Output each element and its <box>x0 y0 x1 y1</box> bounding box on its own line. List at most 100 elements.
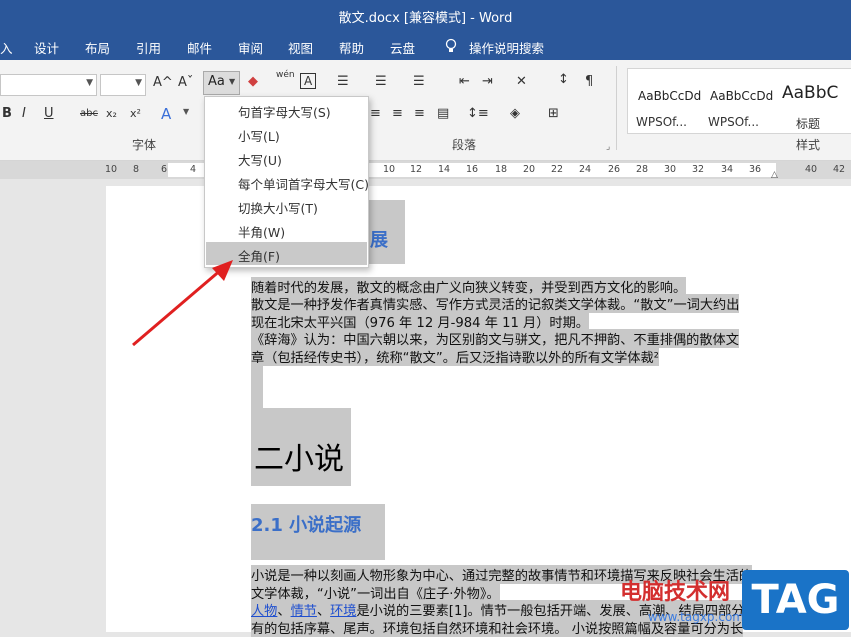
styles-group-label: 样式 <box>796 138 821 152</box>
text-effects-icon[interactable]: A <box>161 105 171 123</box>
pinyin-guide-button[interactable]: wén <box>276 70 295 80</box>
tab-view[interactable]: 视图 <box>288 38 313 57</box>
justify-icon[interactable]: ≡ <box>414 106 425 121</box>
font-size-combo[interactable]: ▼ <box>100 74 146 96</box>
char-border-button[interactable]: A <box>300 73 317 89</box>
style-item[interactable]: AaBbC 标题 <box>774 77 840 137</box>
chinese-layout-icon[interactable]: ✕ <box>516 74 527 89</box>
separator: 、 <box>316 604 331 619</box>
paragraph-group-label: 段落 <box>452 138 477 152</box>
tell-me-search[interactable]: 操作说明搜索 <box>469 38 544 57</box>
menu-item-toggle-case[interactable]: 切换大小写(T) <box>206 194 367 217</box>
ruler-number: 22 <box>551 164 564 175</box>
title-bar: 散文.docx [兼容模式] - Word <box>0 0 851 32</box>
subscript-button[interactable]: x₂ <box>106 107 117 120</box>
selection-block <box>251 366 263 408</box>
show-marks-icon[interactable]: ¶ <box>585 74 593 89</box>
tab-mailings[interactable]: 邮件 <box>187 38 212 57</box>
shrink-font-button[interactable]: Aˇ <box>178 75 193 90</box>
ruler-number: 20 <box>523 164 536 175</box>
font-name-combo[interactable]: ▼ <box>0 74 97 96</box>
watermark-logo: TAG <box>742 570 849 630</box>
line-spacing-icon[interactable]: ↕≡ <box>467 106 489 121</box>
menu-item-capitalize-each-word[interactable]: 每个单词首字母大写(C) <box>206 170 369 193</box>
menu-item-label: 切换大小写(T) <box>238 201 318 216</box>
menu-item-uppercase[interactable]: 大写(U) <box>206 146 367 169</box>
ruler-number: 6 <box>161 164 168 175</box>
ruler-number: 4 <box>190 164 197 175</box>
ribbon: ▼ ▼ A^ Aˇ ◆ wén A B I U abc x₂ x² A ▼ ☰ … <box>0 60 851 161</box>
change-case-button[interactable]: Aa ▼ <box>203 71 240 95</box>
chevron-down-icon: ▼ <box>135 78 142 88</box>
hyperlink[interactable]: 情节 <box>291 604 317 619</box>
align-center-icon[interactable]: ≡ <box>370 106 381 121</box>
increase-indent-icon[interactable]: ⇥ <box>482 74 493 89</box>
paragraph-line: 章（包括经传史书），统称“散文”。后又泛指诗歌以外的所有文学体裁² <box>251 347 659 366</box>
paragraph-line: 散文是一种抒发作者真情实感、写作方式灵活的记叙类文学体裁。“散文”一词大约出 <box>251 294 740 313</box>
hyperlink[interactable]: 环境 <box>330 604 356 619</box>
lightbulb-icon <box>444 38 458 57</box>
underline-button[interactable]: U <box>44 106 54 121</box>
hyperlink[interactable]: 人物 <box>251 604 277 619</box>
menu-item-label: 大写(U) <box>238 153 282 168</box>
ribbon-tabs: 入 设计 布局 引用 邮件 审阅 视图 帮助 云盘 操作说明搜索 <box>0 32 851 60</box>
sort-icon[interactable]: ↕ <box>558 72 569 87</box>
annotation-arrow-icon <box>132 260 233 347</box>
tab-cloud[interactable]: 云盘 <box>390 38 415 57</box>
grow-font-button[interactable]: A^ <box>153 75 173 90</box>
separator: 、 <box>277 604 291 619</box>
chevron-down-icon[interactable]: ▼ <box>183 107 189 116</box>
style-name: 标题 <box>796 117 821 131</box>
menu-item-label: 小写(L) <box>238 129 280 144</box>
tab-layout[interactable]: 布局 <box>85 38 110 57</box>
change-case-label: Aa <box>208 74 225 89</box>
tab-help[interactable]: 帮助 <box>339 38 364 57</box>
heading-1: 二小说 <box>254 442 344 477</box>
style-preview: AaBbCcDd <box>710 89 774 103</box>
bold-button[interactable]: B <box>2 106 12 121</box>
menu-item-sentence-case[interactable]: 句首字母大写(S) <box>206 98 367 121</box>
style-item[interactable]: AaBbCcDd WPSOf... <box>702 77 773 137</box>
tab-insert[interactable]: 入 <box>0 38 13 57</box>
ruler-number: 40 <box>805 164 818 175</box>
clear-format-icon[interactable]: ◆ <box>248 74 258 89</box>
bullets-icon[interactable]: ☰ <box>337 74 349 89</box>
tab-references[interactable]: 引用 <box>136 38 161 57</box>
align-right-icon[interactable]: ≡ <box>392 106 403 121</box>
divider <box>616 66 617 150</box>
numbering-icon[interactable]: ☰ <box>375 74 387 89</box>
italic-button[interactable]: I <box>22 106 26 121</box>
heading-2: 2.1 小说起源 <box>251 515 362 536</box>
tab-review[interactable]: 审阅 <box>238 38 263 57</box>
paragraph-line: 《辞海》认为：中国六朝以来，为区别韵文与骈文，把凡不押韵、不重排偶的散体文 <box>251 329 739 348</box>
ruler-number: 16 <box>466 164 479 175</box>
style-item[interactable]: AaBbCcDd WPSOf... <box>630 77 701 137</box>
style-preview: AaBbC <box>782 83 839 103</box>
menu-item-label: 每个单词首字母大写(C) <box>238 177 369 192</box>
dialog-launcher-icon[interactable]: ⌟ <box>606 142 610 152</box>
chevron-down-icon: ▼ <box>86 78 93 88</box>
superscript-button[interactable]: x² <box>130 107 141 120</box>
menu-item-half-width[interactable]: 半角(W) <box>206 218 367 241</box>
watermark-text: 电脑技术网 <box>620 580 731 605</box>
distributed-icon[interactable]: ▤ <box>437 106 449 121</box>
ruler-number: 32 <box>692 164 705 175</box>
indent-marker-icon[interactable]: △ <box>771 170 778 180</box>
multilevel-list-icon[interactable]: ☰ <box>413 74 425 89</box>
heading-partial: 展 <box>370 230 388 251</box>
chevron-down-icon: ▼ <box>229 77 236 86</box>
shading-icon[interactable]: ◈ <box>510 106 520 121</box>
menu-item-label: 全角(F) <box>238 249 280 264</box>
menu-item-label: 句首字母大写(S) <box>238 105 331 120</box>
menu-item-label: 半角(W) <box>238 225 286 240</box>
horizontal-ruler: 10 8 6 4 10 12 14 16 18 20 22 24 26 28 3… <box>0 161 851 180</box>
strikethrough-button[interactable]: abc <box>80 108 98 119</box>
style-name: WPSOf... <box>636 115 687 129</box>
ruler-number: 10 <box>383 164 396 175</box>
ruler-number: 26 <box>608 164 621 175</box>
decrease-indent-icon[interactable]: ⇤ <box>459 74 470 89</box>
menu-item-lowercase[interactable]: 小写(L) <box>206 122 367 145</box>
ruler-number: 30 <box>664 164 677 175</box>
borders-icon[interactable]: ⊞ <box>548 106 559 121</box>
tab-design[interactable]: 设计 <box>34 38 59 57</box>
